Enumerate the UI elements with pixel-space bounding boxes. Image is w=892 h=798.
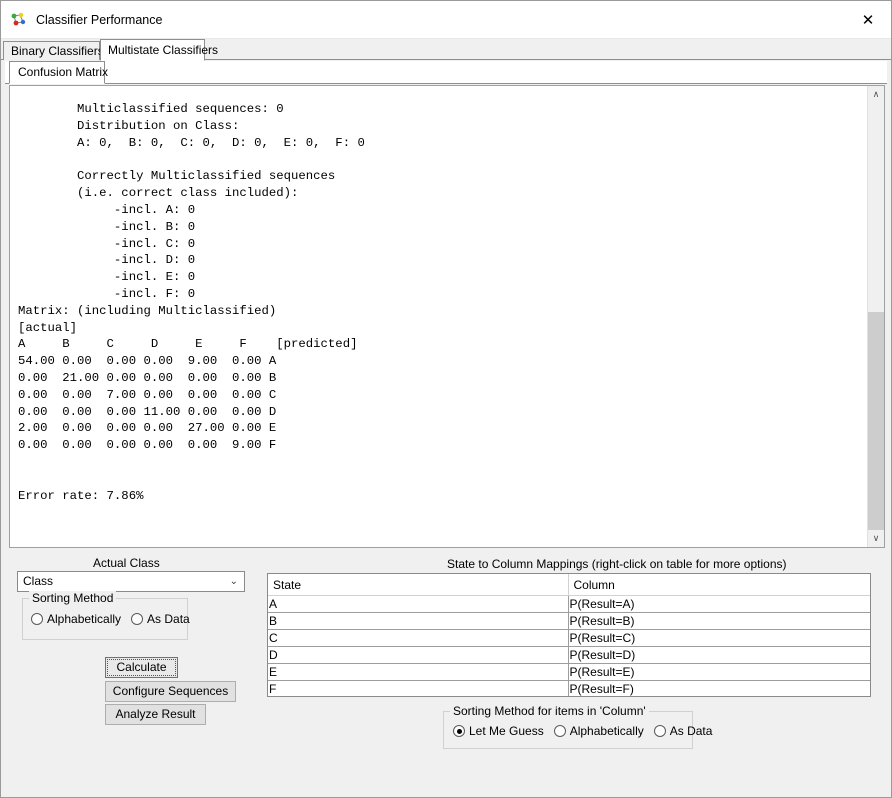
output-text-container: Multiclassified sequences: 0 Distributio… — [10, 89, 866, 517]
scroll-up-icon[interactable]: ∧ — [868, 86, 884, 103]
cell-column[interactable]: P(Result=C) — [568, 629, 870, 647]
cell-state[interactable]: D — [268, 646, 569, 664]
classifier-performance-window: Classifier Performance ✕ Binary Classifi… — [0, 0, 892, 798]
classifier-network-icon — [10, 11, 28, 29]
state-to-column-mappings-table[interactable]: State Column A P(Result=A) B P(Result=B)… — [267, 573, 871, 697]
radio-sorting-as-data[interactable]: As Data — [131, 612, 190, 626]
radio-dot-icon — [131, 613, 144, 625]
cell-state[interactable]: C — [268, 629, 569, 647]
window-title: Classifier Performance — [36, 12, 163, 27]
table-row[interactable]: B P(Result=B) — [268, 612, 870, 630]
column-header-column[interactable]: Column — [568, 574, 870, 596]
table-row[interactable]: D P(Result=D) — [268, 646, 870, 664]
tab-binary-classifiers[interactable]: Binary Classifiers — [3, 41, 104, 60]
radio-column-let-me-guess[interactable]: Let Me Guess — [453, 724, 544, 738]
chevron-down-icon: ⌄ — [229, 576, 238, 587]
radio-dot-icon — [553, 725, 566, 737]
column-sorting-method-group: Sorting Method for items in 'Column' Let… — [443, 704, 712, 749]
cell-column[interactable]: P(Result=F) — [568, 680, 870, 696]
radio-column-alphabetically[interactable]: Alphabetically — [553, 724, 644, 738]
cell-state[interactable]: A — [268, 595, 569, 613]
main-tabstrip: Binary Classifiers Multistate Classifier… — [1, 39, 891, 61]
sorting-method-group-title: Sorting Method — [29, 591, 117, 605]
radio-dot-icon — [653, 725, 666, 737]
table-row[interactable]: A P(Result=A) — [268, 595, 870, 613]
sub-tabstrip: Confusion Matrix — [5, 61, 887, 84]
tab-confusion-matrix[interactable]: Confusion Matrix — [9, 61, 108, 84]
cell-column[interactable]: P(Result=B) — [568, 612, 870, 630]
radio-label: Let Me Guess — [469, 724, 544, 738]
scrollbar-thumb[interactable] — [868, 312, 884, 530]
radio-label: Alphabetically — [569, 724, 644, 738]
cell-state[interactable]: B — [268, 612, 569, 630]
radio-dot-icon — [453, 725, 465, 737]
title-bar: Classifier Performance ✕ — [1, 1, 891, 39]
column-sorting-group-title: Sorting Method for items in 'Column' — [450, 704, 649, 718]
focus-ring — [107, 659, 176, 676]
tab-multistate-classifiers[interactable]: Multistate Classifiers — [100, 39, 218, 61]
radio-column-as-data[interactable]: As Data — [653, 724, 713, 738]
cell-column[interactable]: P(Result=A) — [568, 595, 870, 613]
confusion-matrix-text[interactable]: Multiclassified sequences: 0 Distributio… — [18, 101, 866, 504]
column-header-state[interactable]: State — [268, 574, 569, 596]
state-to-column-mappings-label: State to Column Mappings (right-click on… — [447, 557, 787, 571]
bottom-controls-area: Actual Class Class ⌄ Sorting Method Alph… — [1, 551, 891, 797]
radio-label: As Data — [147, 612, 190, 626]
table-header-row: State Column — [268, 574, 870, 596]
sorting-method-group: Sorting Method Alphabetically As Data — [22, 591, 190, 640]
radio-dot-icon — [31, 613, 43, 625]
table-body: A P(Result=A) B P(Result=B) C P(Result=C… — [268, 595, 870, 696]
cell-column[interactable]: P(Result=E) — [568, 663, 870, 681]
scroll-down-icon[interactable]: ∨ — [868, 530, 884, 547]
cell-state[interactable]: E — [268, 663, 569, 681]
output-vertical-scrollbar[interactable]: ∧ ∨ — [867, 86, 884, 547]
calculate-button[interactable]: Calculate — [105, 657, 178, 678]
analyze-result-button[interactable]: Analyze Result — [105, 704, 206, 725]
radio-label: Alphabetically — [47, 612, 122, 626]
actual-class-combobox[interactable]: Class ⌄ — [17, 571, 245, 592]
table-row[interactable]: E P(Result=E) — [268, 663, 870, 681]
table-row[interactable]: C P(Result=C) — [268, 629, 870, 647]
confusion-matrix-output-panel: Multiclassified sequences: 0 Distributio… — [9, 85, 885, 548]
subtab-divider — [5, 83, 887, 84]
cell-state[interactable]: F — [268, 680, 569, 696]
cell-column[interactable]: P(Result=D) — [568, 646, 870, 664]
actual-class-label: Actual Class — [93, 556, 160, 570]
configure-sequences-button[interactable]: Configure Sequences — [105, 681, 236, 702]
analyze-result-button-label: Analyze Result — [115, 707, 196, 721]
configure-sequences-button-label: Configure Sequences — [112, 684, 229, 698]
close-icon[interactable]: ✕ — [845, 1, 891, 38]
table-row[interactable]: F P(Result=F) — [268, 680, 870, 696]
actual-class-combobox-value: Class — [23, 574, 54, 588]
radio-label: As Data — [669, 724, 713, 738]
radio-sorting-alphabetically[interactable]: Alphabetically — [31, 612, 121, 626]
